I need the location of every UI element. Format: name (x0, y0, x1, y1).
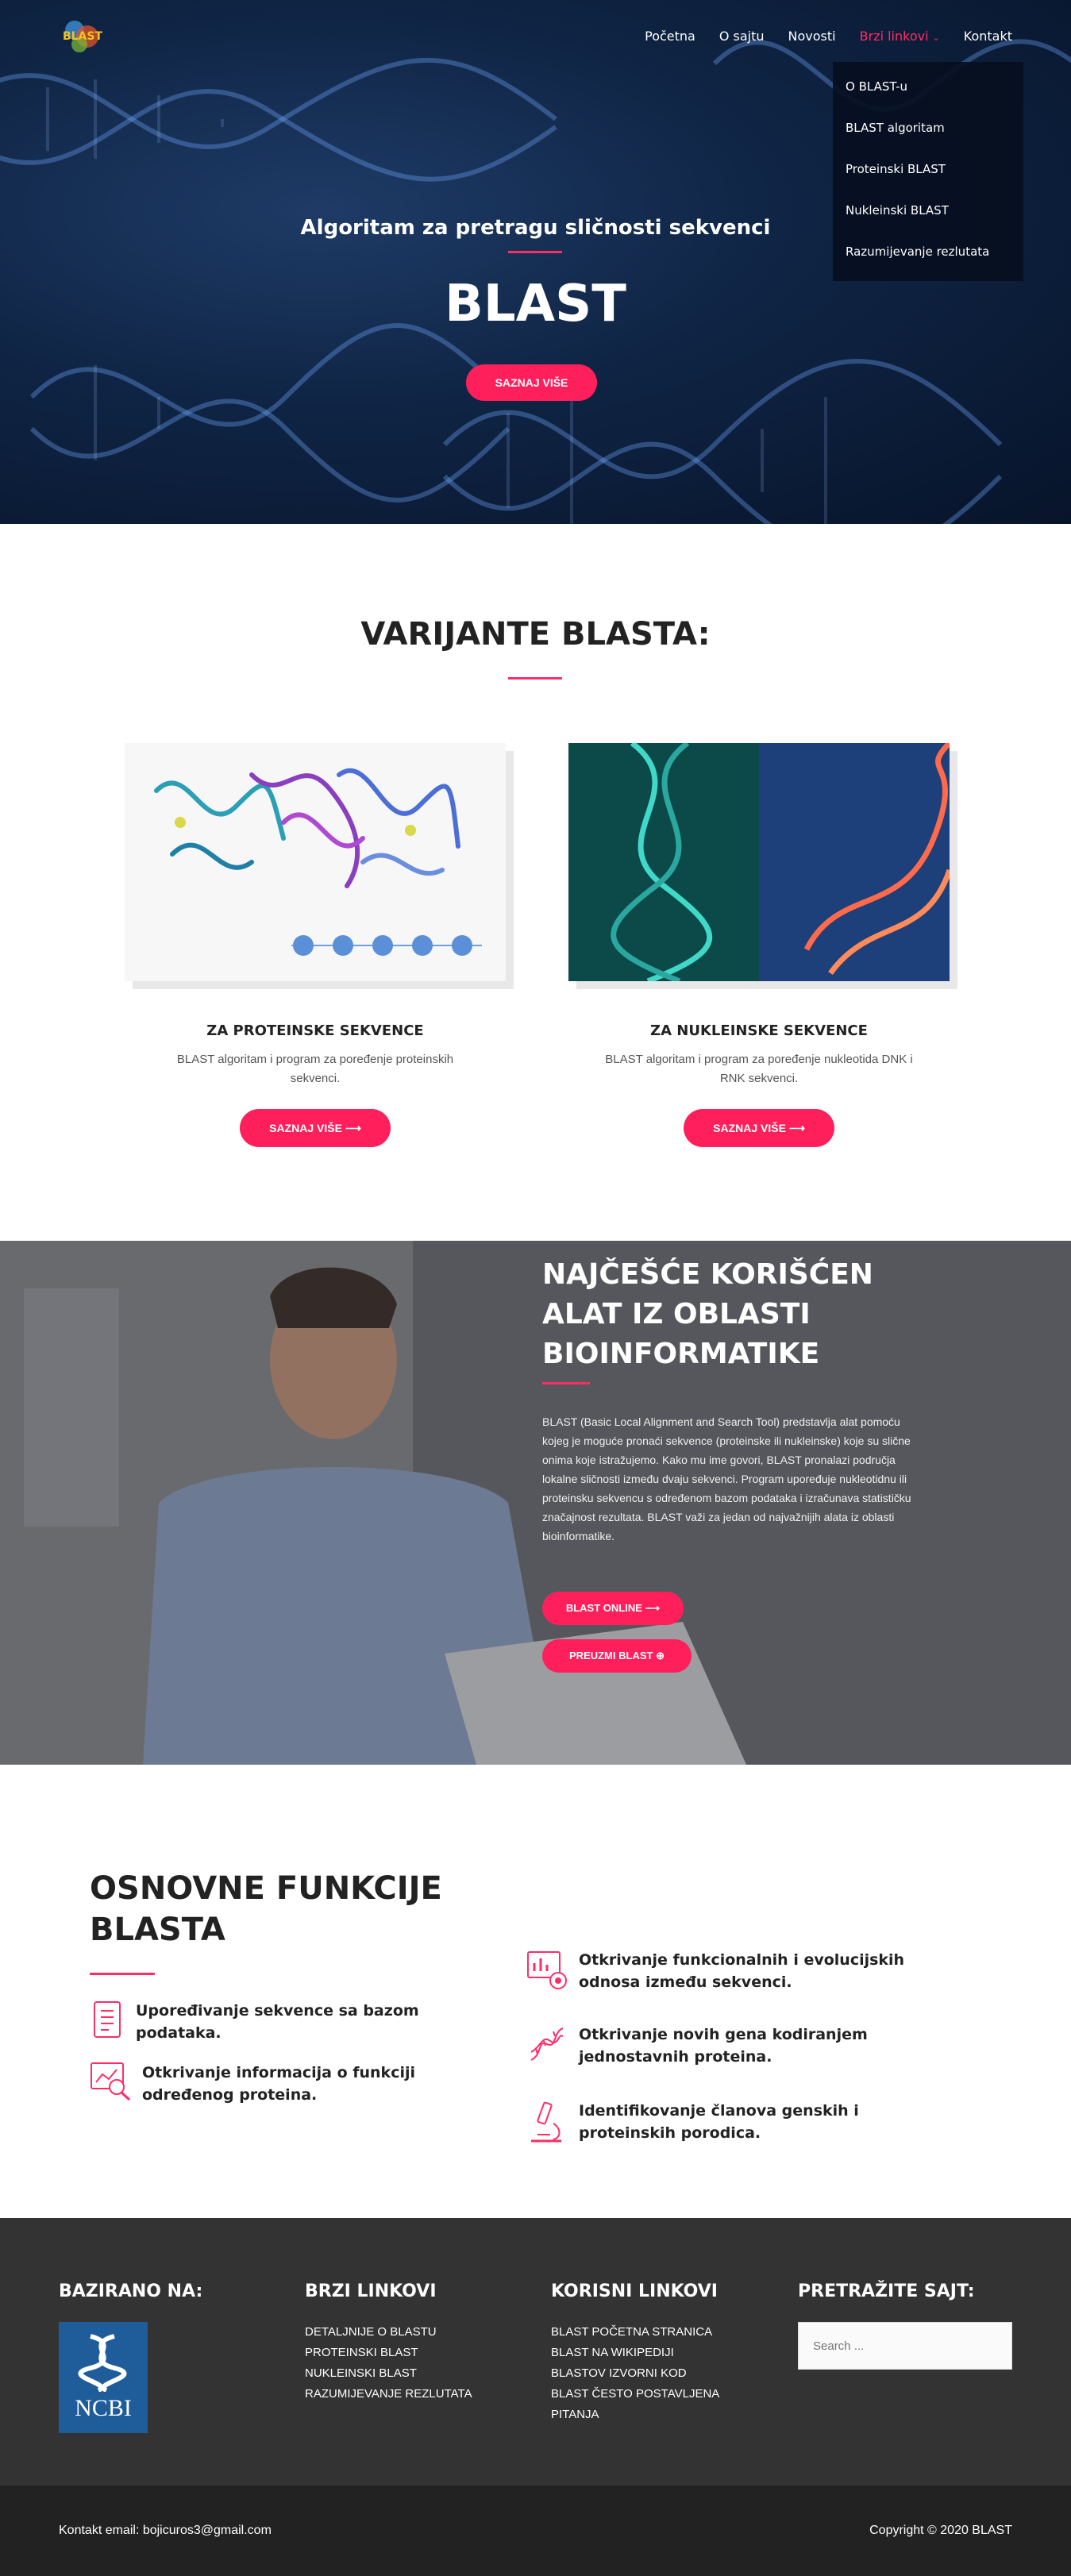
footer-link[interactable]: BLAST početna stranica (551, 2322, 742, 2343)
arrow-right-icon: ⟶ (345, 1122, 361, 1134)
variants-title: VARIJANTE BLASTA: (360, 616, 711, 653)
dropdown-item-protein-blast[interactable]: Proteinski BLAST (833, 151, 1023, 192)
download-blast-button[interactable]: PREUZMI BLAST ⊕ (542, 1639, 692, 1673)
dropdown-item-blast-algorithm[interactable]: BLAST algoritam (833, 110, 1023, 151)
protein-card-title: ZA PROTEINSKE SEKVENCE (206, 1022, 424, 1039)
function-text: Otkrivanje funkcionalnih i evolucijskih … (579, 1951, 905, 1991)
function-item: Upoređivanje sekvence sa bazom podataka. (90, 2000, 495, 2044)
nucleic-card: ZA NUKLEINSKE SEKVENCE BLAST algoritam i… (568, 743, 950, 1147)
footer-search-title: PRETRAŽITE SAJT: (798, 2281, 975, 2301)
chevron-down-icon: ⌄ (932, 33, 940, 43)
arrow-right-icon: ⟶ (645, 1602, 661, 1614)
magnifier-chart-icon (91, 2062, 131, 2101)
document-list-icon (94, 2001, 121, 2038)
variants-section: VARIJANTE BLASTA: ZA PROTEINSKE SEKVENCE… (0, 524, 1071, 1241)
feature-section: NAJČEŠĆE KORIŠĆEN ALAT IZ OBLASTI BIOINF… (0, 1241, 1071, 1765)
dna-helix-image (568, 743, 950, 981)
hero-subtitle: Algoritam za pretragu sličnosti sekvenci (300, 216, 771, 240)
hero-section: BLAST Početna O sajtu Novosti Brzi linko… (0, 0, 1071, 524)
nav-home[interactable]: Početna (645, 29, 695, 44)
protein-card-text: BLAST algoritam i program za poređenje p… (176, 1053, 454, 1085)
analytics-screen-icon (527, 1951, 567, 1989)
footer-link[interactable]: Detaljnije o BLASTU (305, 2322, 472, 2343)
nucleic-button-label: SAZNAJ VIŠE (713, 1122, 786, 1134)
logo-text: BLAST (63, 30, 103, 43)
ncbi-text: NCBI (75, 2395, 132, 2421)
logo-molecule-icon: BLAST (63, 21, 103, 52)
function-text: Upoređivanje sekvence sa bazom podataka. (136, 2002, 419, 2042)
contact-email: Kontakt email: bojicuros3@gmail.com (59, 2524, 272, 2537)
feature-title: NAJČEŠĆE KORIŠĆEN ALAT IZ OBLASTI BIOINF… (542, 1258, 873, 1370)
ncbi-logo[interactable]: NCBI (59, 2322, 148, 2433)
function-item: Otkrivanje informacija o funkciji određe… (90, 2062, 487, 2106)
feature-text: BLAST (Basic Local Alignment and Search … (542, 1415, 911, 1542)
bottom-bar: Kontakt email: bojicuros3@gmail.com Copy… (0, 2486, 1071, 2576)
main-nav: Početna O sajtu Novosti Brzi linkovi ⌄ Ko… (645, 29, 1012, 44)
microscope-icon (531, 2101, 561, 2143)
nav-quick-links[interactable]: Brzi linkovi ⌄ (860, 29, 940, 44)
nav-about[interactable]: O sajtu (719, 29, 765, 44)
protein-structure-image (125, 743, 506, 981)
hero-learn-more-button[interactable]: SAZNAJ VIŠE (466, 364, 597, 401)
protein-learn-more-button[interactable]: SAZNAJ VIŠE ⟶ (240, 1109, 391, 1147)
function-text: Identifikovanje članova genskih i protei… (579, 2102, 859, 2142)
footer-col-quick-links: BRZI LINKOVI Detaljnije o BLASTU Protein… (305, 2281, 472, 2405)
site-logo[interactable]: BLAST (59, 14, 106, 56)
footer-link[interactable]: BLASTov izvorni kod (551, 2363, 742, 2384)
footer-col-useful-links: KORISNI LINKOVI BLAST početna stranica B… (551, 2281, 742, 2425)
nav-news[interactable]: Novosti (788, 29, 836, 44)
copyright: Copyright © 2020 BLAST (869, 2524, 1012, 2537)
dna-icon (530, 2027, 564, 2061)
hero-title: BLAST (445, 275, 626, 333)
quick-links-dropdown: O BLAST-u BLAST algoritam Proteinski BLA… (833, 62, 1023, 281)
download-blast-label: PREUZMI BLAST (569, 1650, 653, 1662)
hero-divider (508, 251, 562, 253)
function-text: Otkrivanje novih gena kodiranjem jednost… (579, 2026, 868, 2066)
function-text: Otkrivanje informacija o funkciji određe… (142, 2064, 415, 2104)
function-item: Otkrivanje funkcionalnih i evolucijskih … (526, 1949, 939, 1993)
footer-link[interactable]: BLAST na Wikipediji (551, 2343, 742, 2363)
nucleic-learn-more-button[interactable]: SAZNAJ VIŠE ⟶ (684, 1109, 834, 1147)
nucleic-card-title: ZA NUKLEINSKE SEKVENCE (650, 1022, 868, 1039)
footer-quick-links-title: BRZI LINKOVI (305, 2281, 437, 2301)
blast-online-label: BLAST ONLINE (565, 1602, 642, 1614)
nav-contact[interactable]: Kontakt (964, 29, 1012, 44)
protein-card: ZA PROTEINSKE SEKVENCE BLAST algoritam i… (125, 743, 506, 1147)
variants-divider (508, 677, 562, 680)
blast-online-button[interactable]: BLAST ONLINE ⟶ (542, 1592, 684, 1625)
footer-link[interactable]: Razumijevanje rezlutata (305, 2384, 472, 2405)
feature-divider (542, 1382, 590, 1384)
functions-title: OSNOVNE FUNKCIJE BLASTA (90, 1870, 442, 1948)
download-circle-icon: ⊕ (656, 1650, 665, 1662)
footer-link[interactable]: BLAST često postavljena pitanja (551, 2384, 742, 2425)
footer: BAZIRANO NA: NCBI BRZI LINKOVI Detaljnij… (0, 2218, 1071, 2486)
footer-useful-links-title: KORISNI LINKOVI (551, 2281, 718, 2301)
functions-divider (90, 1973, 155, 1975)
arrow-right-icon: ⟶ (788, 1122, 805, 1134)
helix-icon (78, 2334, 127, 2392)
function-item: Otkrivanje novih gena kodiranjem jednost… (526, 2023, 939, 2068)
protein-button-label: SAZNAJ VIŠE (269, 1122, 342, 1134)
footer-link[interactable]: Nukleinski BLAST (305, 2363, 472, 2384)
footer-col-based-on: BAZIRANO NA: NCBI (59, 2281, 202, 2433)
functions-section: OSNOVNE FUNKCIJE BLASTA Upoređivanje sek… (0, 1765, 1071, 2218)
nav-quick-links-label: Brzi linkovi (859, 29, 929, 44)
nucleic-card-text: BLAST algoritam i program za poređenje n… (605, 1053, 913, 1085)
dropdown-item-about-blast[interactable]: O BLAST-u (833, 68, 1023, 110)
footer-link[interactable]: Proteinski BLAST (305, 2343, 472, 2363)
function-item: Identifikovanje članova genskih i protei… (526, 2100, 939, 2144)
site-search-input[interactable] (798, 2322, 1012, 2370)
footer-col-search: PRETRAŽITE SAJT: (798, 2281, 1012, 2370)
footer-based-on-title: BAZIRANO NA: (59, 2281, 203, 2301)
